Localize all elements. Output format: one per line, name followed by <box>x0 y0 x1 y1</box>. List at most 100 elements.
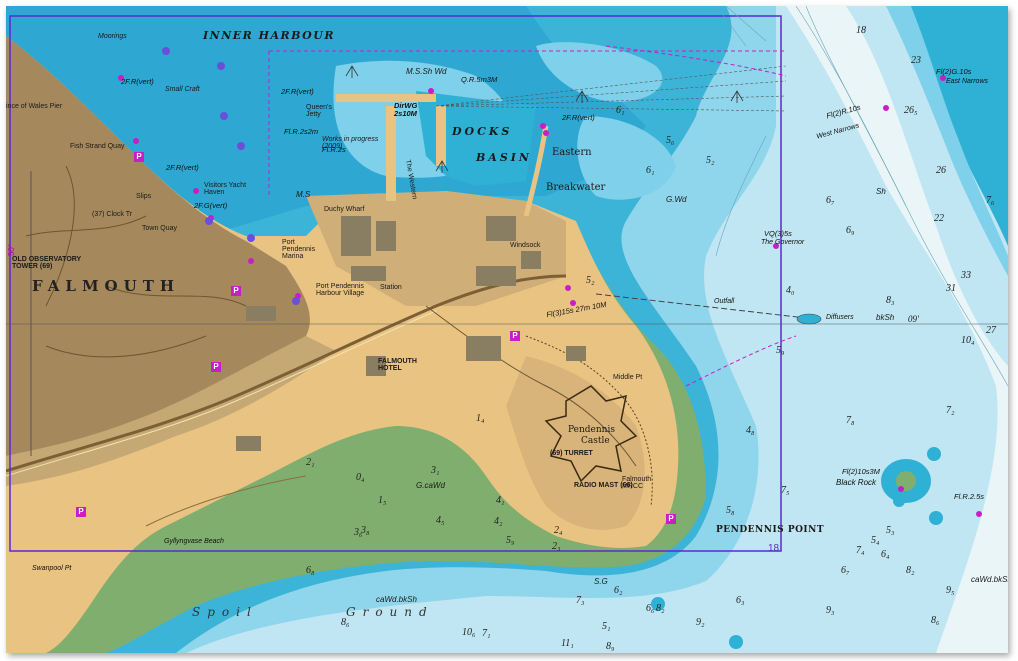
queens-jetty-label: Queen's Jetty <box>306 104 332 118</box>
light-black-rock: Fl(2)10s3M <box>842 467 880 476</box>
light-town-quay: 2F.G(vert) <box>194 201 228 210</box>
falmouth-label: FALMOUTH <box>32 277 181 295</box>
depth-sounding: 3₁ <box>431 465 440 476</box>
turret-label: (69) TURRET <box>550 450 593 457</box>
depth-sounding: 8₆ <box>931 615 940 626</box>
depth-sounding: 26₅ <box>904 105 918 116</box>
governor-label: The Governor <box>761 239 805 246</box>
depth-sounding: 23 <box>911 55 921 66</box>
depth-sounding: 8₆ <box>341 617 350 628</box>
depth-sounding: 7₆ <box>986 195 995 206</box>
depth-sounding: 5₂ <box>586 275 595 286</box>
light-fl-r: Fl.R.2s <box>322 145 346 154</box>
depth-sounding: 9₂ <box>696 617 705 628</box>
observatory-tower-label: OLD OBSERVATORY TOWER (69) <box>12 256 82 270</box>
depth-sounding: 4₈ <box>746 425 755 436</box>
black-rock-label: Black Rock <box>836 478 877 487</box>
depth-sounding: 2₁ <box>306 457 315 468</box>
middle-pt-label: Middle Pt <box>613 374 643 381</box>
depth-sounding: 0₄ <box>356 472 365 483</box>
depth-sounding: 5₃ <box>886 525 895 536</box>
depth-sounding: 6₁ <box>616 105 625 116</box>
nautical-chart[interactable]: INNER HARBOUR FALMOUTH DOCKS BASIN Easte… <box>6 6 1008 653</box>
depth-sounding: 7₂ <box>946 405 955 416</box>
depth-sounding: 3₈ <box>361 525 370 536</box>
depth-sounding: 6₁ <box>646 165 655 176</box>
parking-icon: P <box>666 514 676 524</box>
light-governor: VQ(3)5s <box>764 229 792 238</box>
depth-sounding: 1₅ <box>378 495 387 506</box>
pendennis-castle-label-1: Pendennis <box>568 425 615 435</box>
seabed-bksh: bkSh <box>876 313 895 322</box>
seabed-cawd: G.caWd <box>416 481 445 490</box>
depth-sounding: 2₃ <box>552 541 561 552</box>
seabed-msshwd: M.S.Sh Wd <box>406 67 447 76</box>
light-dirwg: DirWG 2s10M <box>394 101 418 118</box>
depth-sounding: 4₅ <box>436 515 445 526</box>
minute-label: 09' <box>908 314 919 324</box>
light-visitors: 2F.R(vert) <box>166 163 199 172</box>
queens-jetty <box>336 94 436 102</box>
parking-icon: P <box>211 362 221 372</box>
depth-sounding: 11₁ <box>561 638 574 649</box>
parking-icon: P <box>134 152 144 162</box>
depth-sounding: 1₄ <box>476 413 485 424</box>
clock-tower-label: (37) Clock Tr <box>92 211 133 218</box>
duchy-wharf-label: Duchy Wharf <box>324 206 365 213</box>
diffusers-label: Diffusers <box>826 314 854 321</box>
depth-sounding: 9₅ <box>946 585 955 596</box>
pendennis-castle-label-2: Castle <box>581 436 610 446</box>
depth-sounding: 31 <box>946 283 956 294</box>
depth-sounding: 6₄ <box>881 549 890 560</box>
seabed-cwd: caWd.bkSh <box>971 575 1008 584</box>
depth-sounding: 5₂ <box>706 155 715 166</box>
outfall-label: Outfall <box>714 298 735 305</box>
visitors-yacht-haven-label: Visitors Yacht Haven <box>204 182 247 196</box>
east-narrows-label: East Narrows <box>946 78 989 85</box>
light-prince-pier: 2F.R(vert) <box>121 77 154 86</box>
falmouth-hotel-label: FALMOUTH HOTEL <box>378 358 417 372</box>
port-pendennis-marina-label: Port Pendennis Marina <box>282 239 316 260</box>
depth-sounding: 7₃ <box>576 595 585 606</box>
depth-sounding: 6₇ <box>841 565 850 576</box>
depth-sounding: 7₁ <box>482 628 491 639</box>
depth-sounding: 10₆ <box>462 627 476 638</box>
chart-number: 18 <box>768 543 780 554</box>
depth-sounding: 8₂ <box>656 603 665 614</box>
depth-sounding: 8₂ <box>906 565 915 576</box>
depth-sounding: 5₉ <box>506 535 515 546</box>
depth-sounding: 27 <box>986 325 996 336</box>
gyllyngvase-beach-label: Gyllyngvase Beach <box>164 538 224 545</box>
swanpool-pt-label: Swanpool Pt <box>32 565 72 572</box>
depth-sounding: 10₄ <box>961 335 975 346</box>
depth-sounding: 5₁ <box>602 621 611 632</box>
ground-label: Ground <box>346 605 434 619</box>
windsock-label: Windsock <box>510 242 541 249</box>
depth-sounding: 6₃ <box>736 595 745 606</box>
town-quay-label: Town Quay <box>142 225 178 232</box>
depth-sounding: 6₇ <box>826 195 835 206</box>
small-craft-label: Small Craft <box>165 86 200 93</box>
depth-sounding: 33 <box>961 270 971 281</box>
parking-icon: P <box>231 286 241 296</box>
breakwater-label: Breakwater <box>546 182 606 193</box>
basin-label: BASIN <box>476 151 532 164</box>
depth-sounding: 7₅ <box>781 485 790 496</box>
depth-sounding: 18 <box>856 25 866 36</box>
parking-icon: P <box>510 331 520 341</box>
depth-sounding: 8₉ <box>606 641 615 652</box>
depth-sounding: 22 <box>934 213 944 224</box>
light-jetty: 2F.R(vert) <box>281 87 314 96</box>
seabed-gwd: G.Wd <box>666 195 687 204</box>
light-east-breakwater: 2F.R(vert) <box>562 113 595 122</box>
depth-sounding: 5₉ <box>776 345 785 356</box>
light-east-narrows: Fl(2)G.10s <box>936 67 972 76</box>
station-label: Station <box>380 284 402 291</box>
fish-strand-quay-label: Fish Strand Quay <box>70 143 125 150</box>
depth-sounding: 6₉ <box>846 225 855 236</box>
inner-harbour-label: INNER HARBOUR <box>203 29 335 42</box>
depth-sounding: 6₂ <box>614 585 623 596</box>
depth-sounding: 9₃ <box>826 605 835 616</box>
depth-sounding: 4₁ <box>496 495 505 506</box>
light-east-rock: Fl.R.2.5s <box>954 492 985 501</box>
